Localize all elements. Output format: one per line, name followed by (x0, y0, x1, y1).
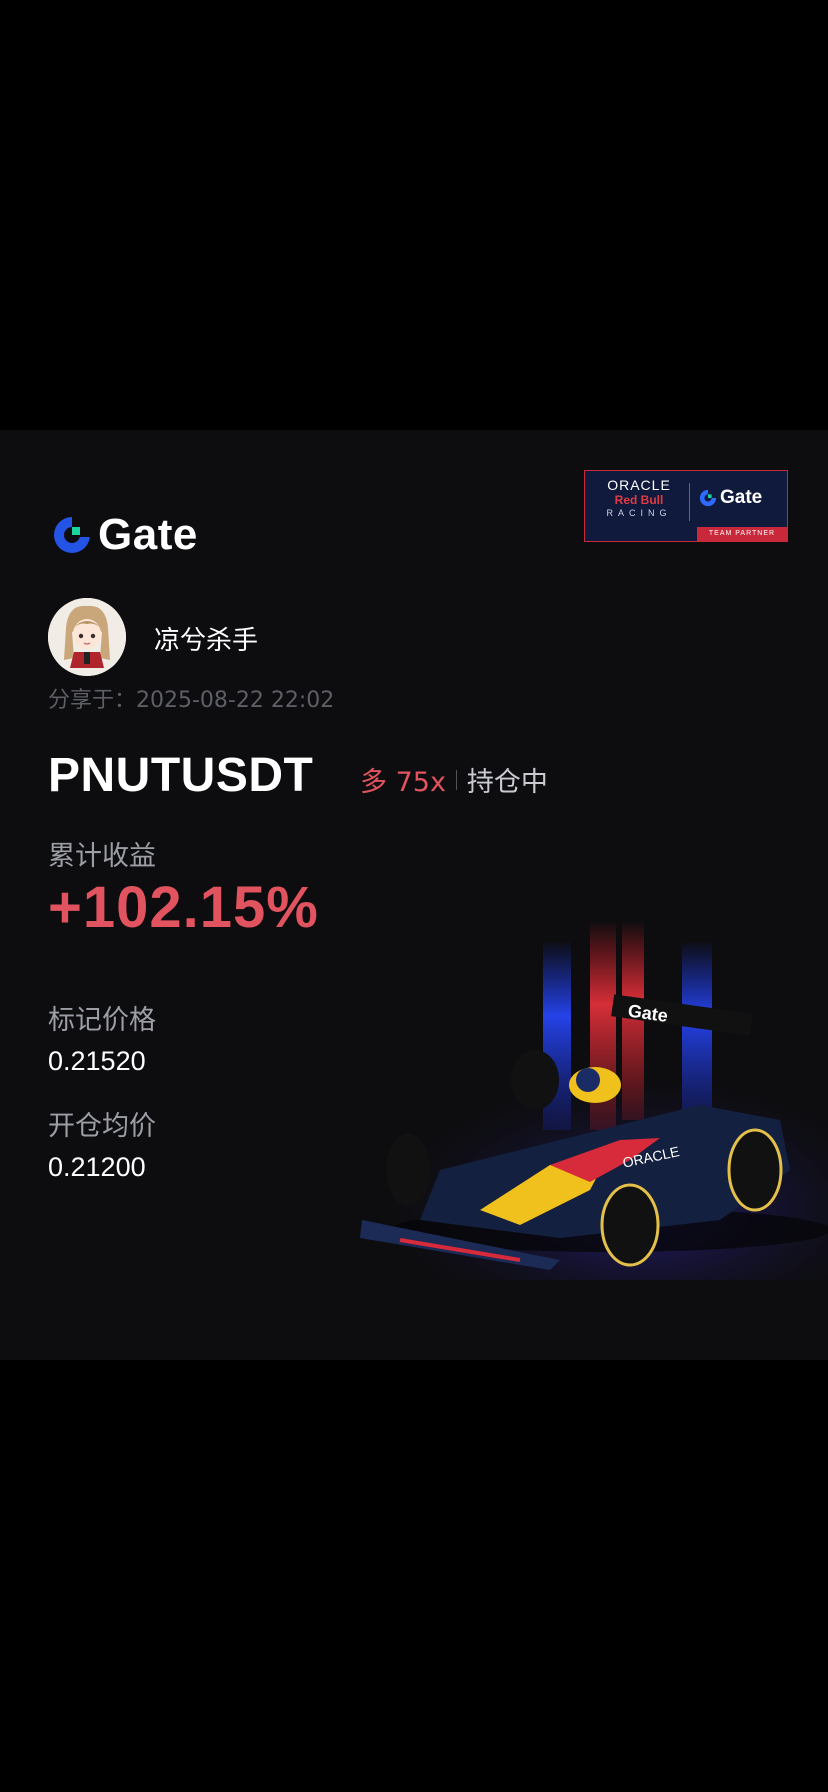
f1-car-illustration: Gate ORACLE (360, 920, 828, 1280)
position-tag: 多 75x 持仓中 (360, 760, 548, 799)
badge-gate-icon (699, 489, 717, 507)
pnl-label: 累计收益 (48, 841, 156, 872)
front-wheel-left (386, 1134, 430, 1206)
share-time: 分享于：2025-08-22 22:02 (48, 688, 335, 713)
share-card: Gate ORACLE Red Bull RACING Gate TEAM PA… (0, 430, 828, 1360)
badge-gate-logo: Gate (699, 487, 762, 509)
position-status: 持仓中 (466, 767, 548, 798)
oracle-text: ORACLE (607, 477, 671, 493)
rear-wheel-left (511, 1050, 559, 1110)
redbull-text: Red Bull (614, 493, 664, 507)
racing-text: RACING (606, 508, 672, 518)
trading-pair: PNUTUSDT (48, 749, 314, 802)
team-partner-badge: ORACLE Red Bull RACING Gate TEAM PARTNER (584, 470, 788, 542)
rear-wheel-right (727, 1128, 783, 1212)
gate-logo: Gate (52, 510, 198, 560)
mark-price-value: 0.21520 (48, 1046, 146, 1076)
front-wheel-right (600, 1183, 660, 1267)
oracle-redbull-logo: ORACLE Red Bull RACING (595, 477, 683, 519)
position-side-leverage: 多 75x (360, 767, 446, 798)
badge-divider (689, 483, 690, 521)
entry-price-label: 开仓均价 (48, 1111, 156, 1142)
badge-gate-text: Gate (720, 487, 763, 508)
gate-logo-icon (54, 517, 90, 553)
team-partner-strip: TEAM PARTNER (697, 527, 787, 541)
screen: Gate ORACLE Red Bull RACING Gate TEAM PA… (0, 0, 828, 1792)
position-divider (455, 769, 457, 790)
username: 凉兮杀手 (154, 626, 259, 656)
pnl-value: +102.15% (48, 875, 319, 940)
mark-price-label: 标记价格 (48, 1005, 156, 1036)
anime-avatar-icon (48, 598, 126, 676)
light-beam-blue-right (682, 940, 712, 1130)
gate-logo-text: Gate (98, 510, 198, 559)
entry-price-value: 0.21200 (48, 1152, 146, 1182)
avatar (48, 598, 126, 676)
